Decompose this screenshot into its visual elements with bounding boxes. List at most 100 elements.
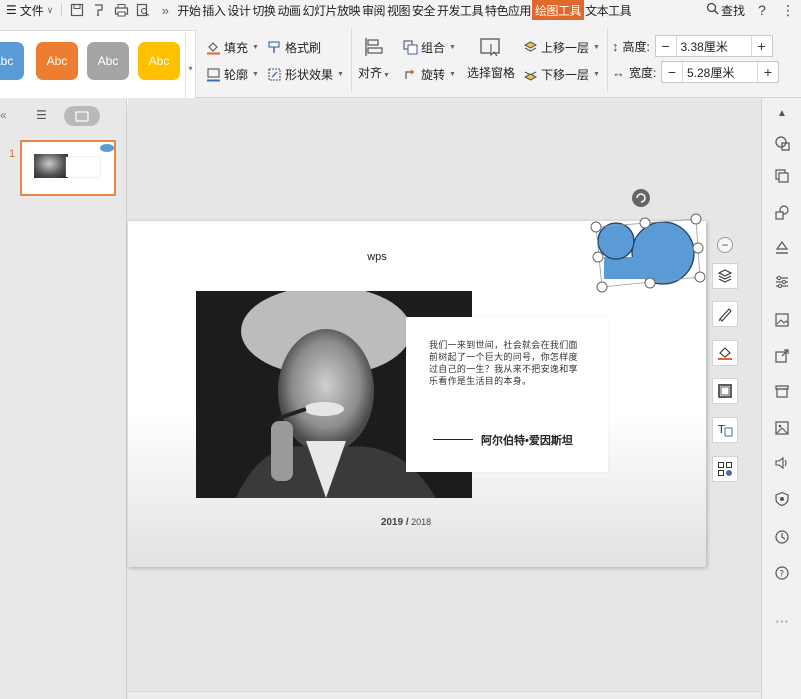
width-input[interactable]: 5.28厘米 bbox=[682, 62, 758, 82]
tab-design[interactable]: 设计 bbox=[226, 0, 251, 20]
style-swatch-yellow[interactable]: Abc bbox=[138, 42, 180, 80]
tab-transitions[interactable]: 切换 bbox=[251, 0, 276, 20]
tab-drawing-tools[interactable]: 绘图工具 bbox=[532, 0, 585, 20]
print-icon[interactable] bbox=[110, 0, 132, 20]
horizontal-scrollbar[interactable] bbox=[128, 691, 761, 699]
quote-text[interactable]: 我们一来到世间，社会就会在我们面前树起了一个巨大的问号，你怎样度过自己的一生？我… bbox=[429, 339, 579, 387]
quote-divider bbox=[433, 439, 473, 440]
history-icon[interactable] bbox=[771, 526, 793, 548]
quote-author[interactable]: 阿尔伯特•爱因斯坦 bbox=[481, 432, 573, 448]
slide-title[interactable]: wps bbox=[128, 251, 626, 263]
file-menu[interactable]: ☰ 文件 ∨ bbox=[0, 0, 57, 20]
style-swatch-gray[interactable]: Abc bbox=[87, 42, 129, 80]
pen-icon[interactable] bbox=[712, 301, 738, 327]
height-input[interactable]: 3.38厘米 bbox=[675, 36, 752, 56]
selected-shape[interactable] bbox=[590, 189, 706, 305]
tab-developer-tools[interactable]: 开发工具 bbox=[436, 0, 484, 20]
speaker-icon[interactable] bbox=[771, 452, 793, 474]
resize-handle[interactable] bbox=[590, 221, 602, 233]
export-icon[interactable] bbox=[88, 0, 110, 20]
style-swatch-label: Abc bbox=[97, 54, 119, 68]
tab-animations[interactable]: 动画 bbox=[276, 0, 301, 20]
rotate-handle[interactable] bbox=[632, 189, 650, 207]
more-tools-icon[interactable] bbox=[712, 456, 738, 482]
share-icon[interactable] bbox=[771, 345, 793, 367]
width-decrease-button[interactable]: − bbox=[662, 62, 682, 82]
height-decrease-button[interactable]: − bbox=[656, 36, 676, 56]
send-backward-button[interactable]: 下移一层 ▼ bbox=[522, 66, 600, 83]
style-swatch-blue[interactable]: Abc bbox=[0, 42, 24, 80]
resize-handle[interactable] bbox=[690, 213, 702, 225]
ribbon: Abc Abc Abc Abc ▾ 填充▼ 格式刷 轮廓▼ 形状效果▼ 对齐▼ bbox=[0, 20, 801, 106]
height-control: ↕ 高度: − 3.38厘米 + bbox=[612, 35, 773, 57]
print-preview-icon[interactable] bbox=[132, 0, 154, 20]
tab-security[interactable]: 安全 bbox=[411, 0, 436, 20]
text-wrap-icon[interactable]: T bbox=[712, 417, 738, 443]
group-button[interactable]: 组合 ▼ bbox=[402, 39, 456, 56]
tab-special-apps[interactable]: 特色应用 bbox=[484, 0, 532, 20]
shape-icon[interactable] bbox=[771, 132, 793, 154]
quote-box[interactable]: 我们一来到世间，社会就会在我们面前树起了一个巨大的问号，你怎样度过自己的一生？我… bbox=[406, 317, 608, 472]
archive-icon[interactable] bbox=[771, 380, 793, 402]
slide-thumbnail[interactable] bbox=[20, 140, 116, 196]
rotate-button[interactable]: 旋转 ▼ bbox=[402, 66, 456, 83]
slide-number: 1 bbox=[9, 148, 16, 160]
send-backward-icon bbox=[522, 67, 538, 83]
selection-pane-button[interactable]: 选择窗格 bbox=[467, 34, 515, 81]
more-tabs-icon[interactable]: » bbox=[154, 0, 176, 20]
tab-insert[interactable]: 插入 bbox=[201, 0, 226, 20]
settings-sliders-icon[interactable] bbox=[771, 271, 793, 293]
resize-handle[interactable] bbox=[692, 242, 704, 254]
copy-icon[interactable] bbox=[771, 165, 793, 187]
thumbnail-view-toggle[interactable] bbox=[64, 106, 100, 126]
resize-handle[interactable] bbox=[694, 271, 706, 283]
layers-icon[interactable] bbox=[712, 263, 738, 289]
paint-icon[interactable] bbox=[771, 236, 793, 258]
chevron-down-icon: ▼ bbox=[593, 71, 600, 78]
shapes-icon[interactable] bbox=[771, 201, 793, 223]
help-icon[interactable]: ? bbox=[749, 0, 775, 20]
shape-effects-button[interactable]: 形状效果 ▼ bbox=[266, 66, 344, 83]
width-increase-button[interactable]: + bbox=[758, 62, 778, 82]
svg-text:?: ? bbox=[779, 570, 784, 580]
resize-handle[interactable] bbox=[592, 251, 604, 263]
more-icon[interactable]: ⋯ bbox=[771, 610, 793, 632]
help-circle-icon[interactable]: ? bbox=[771, 562, 793, 584]
collapse-toolbar-button[interactable]: − bbox=[717, 237, 733, 253]
outline-view-icon[interactable]: ☰ bbox=[36, 108, 47, 122]
picture-icon[interactable] bbox=[771, 417, 793, 439]
thumbnail-view-icon bbox=[75, 110, 89, 122]
resize-handle[interactable] bbox=[644, 277, 656, 289]
height-increase-button[interactable]: + bbox=[752, 36, 772, 56]
shield-icon[interactable] bbox=[771, 488, 793, 510]
align-button[interactable]: 对齐▼ bbox=[358, 34, 390, 81]
scroll-up-icon[interactable]: ▲ bbox=[771, 102, 793, 124]
outline-style-icon[interactable] bbox=[712, 378, 738, 404]
right-sidebar: ▲ ? ⋯ bbox=[761, 98, 801, 699]
search-button[interactable]: 查找 bbox=[702, 0, 749, 20]
tab-text-tools[interactable]: 文本工具 bbox=[584, 0, 632, 20]
resize-handle[interactable] bbox=[639, 217, 651, 229]
collapse-pane-icon[interactable]: « bbox=[0, 108, 7, 122]
tab-review[interactable]: 审阅 bbox=[361, 0, 386, 20]
bring-forward-button[interactable]: 上移一层 ▼ bbox=[522, 39, 600, 56]
svg-text:T: T bbox=[717, 423, 725, 436]
gallery-expand-button[interactable]: ▾ bbox=[185, 31, 195, 105]
more-options-icon[interactable]: ⋮ bbox=[775, 0, 801, 20]
slide[interactable]: wps 我们一来到世间，社会就会在我们面前树起了一个巨大的问号，你怎样度过自己的… bbox=[128, 189, 706, 567]
year-label[interactable]: 2019 / 2018 bbox=[128, 517, 684, 528]
image-icon[interactable] bbox=[771, 309, 793, 331]
tab-view[interactable]: 视图 bbox=[386, 0, 411, 20]
fill-button[interactable]: 填充 ▼ bbox=[205, 39, 259, 56]
paint-bucket-icon bbox=[205, 40, 221, 56]
outline-button[interactable]: 轮廓 ▼ bbox=[205, 66, 259, 83]
style-swatch-orange[interactable]: Abc bbox=[36, 42, 78, 80]
save-icon[interactable] bbox=[66, 0, 88, 20]
format-painter-button[interactable]: 格式刷 bbox=[266, 39, 321, 56]
fill-color-icon[interactable] bbox=[712, 340, 738, 366]
style-swatch-label: Abc bbox=[148, 54, 170, 68]
resize-handle[interactable] bbox=[596, 281, 608, 293]
tab-slideshow[interactable]: 幻灯片放映 bbox=[301, 0, 361, 20]
rotate-icon bbox=[402, 67, 418, 83]
tab-home[interactable]: 开始 bbox=[176, 0, 201, 20]
